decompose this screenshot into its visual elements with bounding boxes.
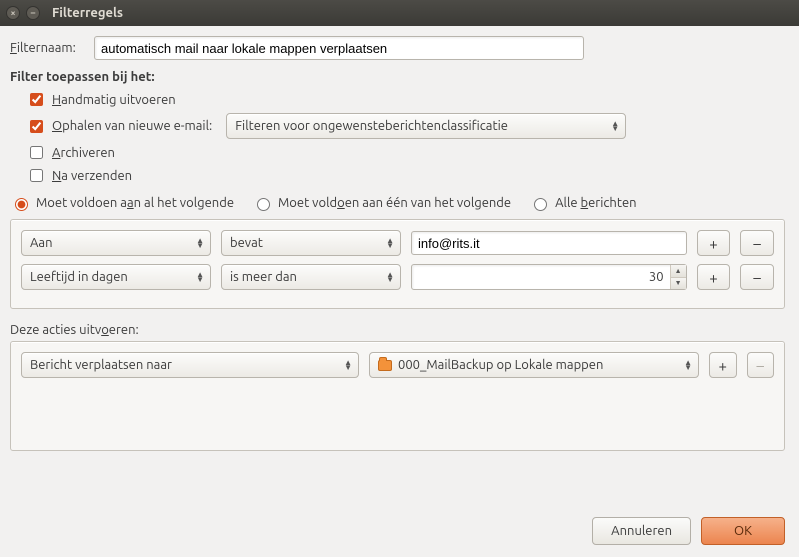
chevron-updown-icon	[386, 272, 394, 282]
cond-field-combo[interactable]: Aan	[21, 230, 211, 256]
manual-run-label: Handmatig uitvoeren	[52, 93, 176, 107]
cond-field-combo[interactable]: Leeftijd in dagen	[21, 264, 211, 290]
cond-op-combo[interactable]: bevat	[221, 230, 401, 256]
remove-action-button: –	[747, 352, 775, 378]
chevron-updown-icon	[196, 238, 204, 248]
match-all-radio[interactable]: Moet voldoen aan al het volgende	[10, 195, 234, 211]
filtername-input[interactable]	[94, 36, 584, 60]
cond-value-spinner[interactable]: 30 ▲ ▼	[411, 264, 687, 290]
action-target-combo[interactable]: 000_MailBackup op Lokale mappen	[369, 352, 699, 378]
fetch-mail-label: Ophalen van nieuwe e-mail:	[52, 119, 212, 133]
condition-row: Aan bevat + –	[21, 230, 774, 256]
aftersend-checkbox[interactable]	[30, 169, 43, 182]
window-title: Filterregels	[52, 6, 123, 20]
match-every-radio[interactable]: Alle berichten	[529, 195, 636, 211]
folder-icon	[378, 360, 392, 371]
chevron-updown-icon	[684, 360, 692, 370]
minimize-icon[interactable]: –	[26, 6, 40, 20]
add-condition-button[interactable]: +	[697, 264, 731, 290]
cond-value-input[interactable]	[411, 231, 687, 255]
apply-section-title: Filter toepassen bij het:	[10, 70, 785, 84]
match-any-radio[interactable]: Moet voldoen aan één van het volgende	[252, 195, 511, 211]
fetch-mail-combo[interactable]: Filteren voor ongewensteberichtenclassif…	[226, 113, 626, 139]
title-bar: × – Filterregels	[0, 0, 799, 26]
action-row: Bericht verplaatsen naar 000_MailBackup …	[21, 352, 774, 378]
archive-checkbox[interactable]	[30, 146, 43, 159]
close-icon[interactable]: ×	[6, 6, 20, 20]
chevron-updown-icon	[611, 121, 619, 131]
chevron-updown-icon	[196, 272, 204, 282]
actions-panel: Bericht verplaatsen naar 000_MailBackup …	[10, 341, 785, 451]
fetch-mail-combo-value: Filteren voor ongewensteberichtenclassif…	[235, 119, 508, 133]
manual-run-checkbox[interactable]	[30, 93, 43, 106]
ok-button[interactable]: OK	[701, 517, 785, 545]
cancel-button[interactable]: Annuleren	[592, 517, 691, 545]
chevron-updown-icon	[386, 238, 394, 248]
filtername-label: Filternaam:	[10, 41, 94, 55]
add-action-button[interactable]: +	[709, 352, 737, 378]
archive-label: Archiveren	[52, 146, 115, 160]
add-condition-button[interactable]: +	[697, 230, 731, 256]
condition-row: Leeftijd in dagen is meer dan 30 ▲ ▼ + –	[21, 264, 774, 290]
fetch-mail-checkbox[interactable]	[30, 120, 43, 133]
action-combo[interactable]: Bericht verplaatsen naar	[21, 352, 359, 378]
aftersend-label: Na verzenden	[52, 169, 132, 183]
spinner-down-button[interactable]: ▼	[671, 278, 686, 290]
remove-condition-button[interactable]: –	[740, 230, 774, 256]
actions-section-label: Deze acties uitvoeren:	[10, 323, 785, 337]
remove-condition-button[interactable]: –	[740, 264, 774, 290]
conditions-panel: Aan bevat + – Leeftijd in dagen is meer …	[10, 219, 785, 309]
cond-op-combo[interactable]: is meer dan	[221, 264, 401, 290]
chevron-updown-icon	[344, 360, 352, 370]
spinner-up-button[interactable]: ▲	[671, 265, 686, 278]
